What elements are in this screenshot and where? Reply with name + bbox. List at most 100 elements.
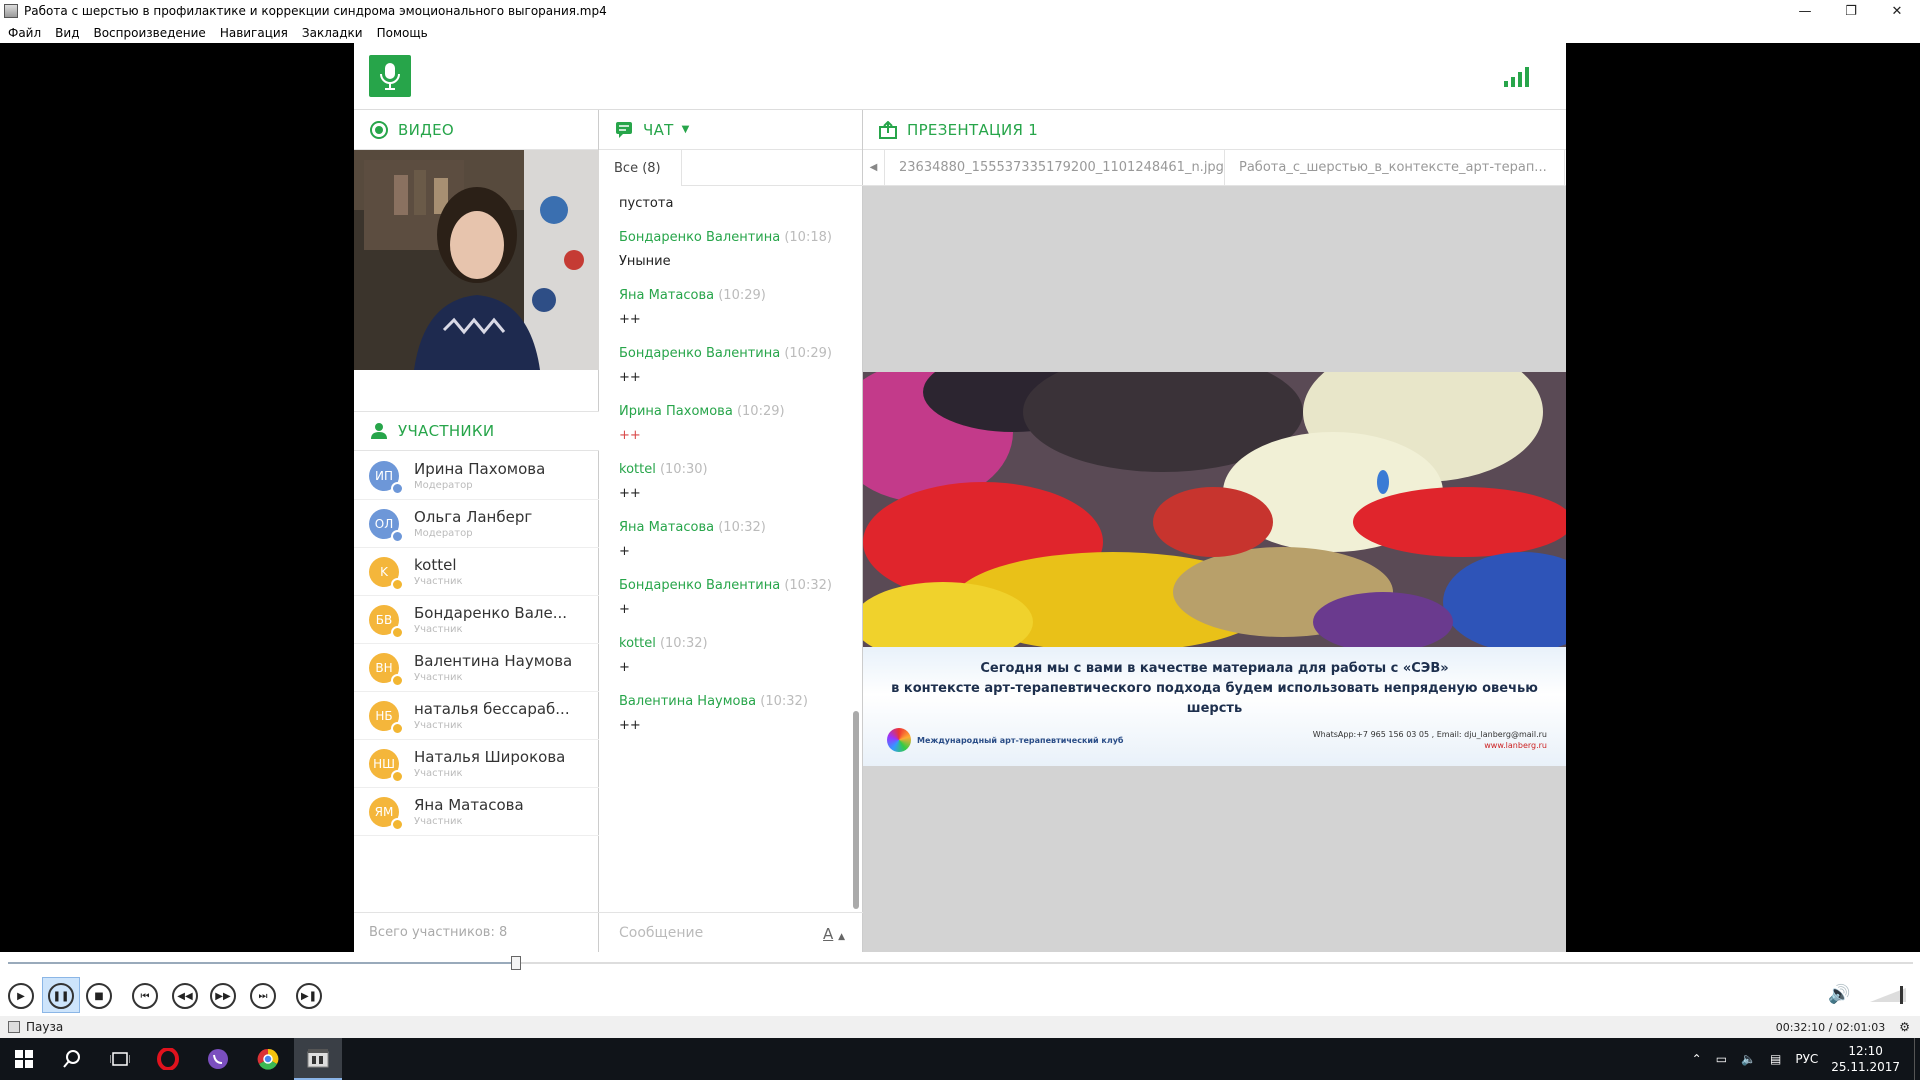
chat-messages: kottel (10:18) пустота Бондаренко Валентин… [599, 186, 849, 906]
chat-panel-header[interactable]: ЧАТ ▼ [599, 110, 862, 150]
volume-slider[interactable] [1870, 986, 1910, 1004]
chat-message-time: (10:32) [760, 694, 808, 709]
presentation-slide: Сегодня мы с вами в качестве материала д… [863, 372, 1566, 766]
seek-bar[interactable] [0, 952, 1920, 974]
menu-navigation[interactable]: Навигация [213, 26, 295, 40]
avatar: ЯМ [369, 796, 404, 831]
chat-scrollbar[interactable] [853, 711, 859, 909]
participant-row[interactable]: НБ наталья бессараб... Участник [354, 692, 599, 740]
show-desktop-button[interactable] [1914, 1038, 1920, 1080]
chat-message: Бондаренко Валентина (10:29) ++ [619, 346, 832, 385]
participant-row[interactable]: Kkottel Участник [354, 548, 599, 596]
chrome-icon[interactable] [244, 1038, 292, 1080]
chat-filter-all-tab[interactable]: Все (8) [599, 150, 682, 186]
chat-message-text: пустота [619, 196, 674, 211]
chat-message-text: ++ [619, 486, 641, 501]
avatar-initials: НБ [375, 708, 393, 723]
viber-icon[interactable] [194, 1038, 242, 1080]
tabs-scroll-left-icon[interactable]: ◀ [863, 150, 885, 185]
video-panel-header: ВИДЕО [354, 110, 598, 150]
participant-info: Ольга Ланберг Модератор [414, 508, 574, 539]
chat-message-author-line: Бондаренко Валентина (10:32) [619, 578, 832, 593]
menu-bookmarks[interactable]: Закладки [295, 26, 370, 40]
webinar-frame: ВИДЕО УЧАСТНИКИ ИП Ирина Пахомова Модерато… [354, 43, 1566, 952]
clock-date: 25.11.2017 [1831, 1060, 1900, 1074]
chat-message-time: (10:32) [784, 578, 832, 593]
presentation-panel-header: ПРЕЗЕНТАЦИЯ 1 [863, 110, 1566, 150]
participant-row[interactable]: БВ Бондаренко Вале... Участник [354, 596, 599, 644]
system-tray: ⌃ ▭ 🔈 ▤ РУС 12:10 25.11.2017 [1685, 1038, 1920, 1080]
play-button[interactable]: ▶ [8, 983, 34, 1009]
minimize-button[interactable]: — [1782, 0, 1828, 22]
volume-icon[interactable]: 🔊 [1828, 984, 1850, 1005]
font-format-icon[interactable]: A ▲ [823, 925, 845, 943]
participant-info: Наталья Широкова Участник [414, 748, 574, 779]
menu-help[interactable]: Помощь [370, 26, 435, 40]
restore-button[interactable]: ❐ [1828, 0, 1874, 22]
previous-button[interactable]: ⏮ [132, 983, 158, 1009]
chat-message: kottel (10:30) ++ [619, 462, 708, 501]
participants-panel-header: УЧАСТНИКИ [354, 411, 599, 451]
presenter-video[interactable] [354, 150, 599, 370]
chat-message: Яна Матасова (10:32) + [619, 520, 766, 559]
opera-icon[interactable] [144, 1038, 192, 1080]
avatar-initials: БВ [375, 612, 393, 627]
presentation-tab-image[interactable]: 23634880_155537335179200_1101248461_n.jp… [885, 150, 1225, 185]
window-titlebar: Работа с шерстью в профилактике и коррек… [0, 0, 1920, 22]
participant-info: Валентина Наумова Участник [414, 652, 574, 683]
forward-button[interactable]: ▶▶ [210, 983, 236, 1009]
chat-message: kottel (10:18) пустота [619, 186, 708, 211]
presentation-tabs: ◀ 23634880_155537335179200_1101248461_n.… [863, 150, 1566, 186]
chat-message-author: Бондаренко Валентина [619, 346, 781, 361]
seek-handle[interactable] [511, 956, 521, 970]
participant-row[interactable]: ИП Ирина Пахомова Модератор [354, 452, 599, 500]
status-icon [8, 1021, 20, 1033]
chat-message-author-line: Валентина Наумова (10:32) [619, 694, 808, 709]
participant-row[interactable]: ЯМ Яна Матасова Участник [354, 788, 599, 836]
close-button[interactable]: ✕ [1874, 0, 1920, 22]
participant-info: наталья бессараб... Участник [414, 700, 574, 731]
chat-message-input[interactable]: Сообщение A ▲ [599, 912, 863, 952]
frame-step-button[interactable]: ▶❚ [296, 983, 322, 1009]
speaker-icon[interactable]: 🔈 [1741, 1052, 1756, 1066]
participant-row[interactable]: ОЛ Ольга Ланберг Модератор [354, 500, 599, 548]
chat-message-author: Бондаренко Валентина [619, 230, 781, 245]
slide-footer: Международный арт-терапевтический клуб W… [887, 725, 1547, 755]
chat-bubble-icon [616, 121, 632, 138]
chat-message-author: Яна Матасова [619, 520, 715, 535]
menu-playback[interactable]: Воспроизведение [86, 26, 212, 40]
search-icon[interactable] [48, 1038, 96, 1080]
user-badge-icon [391, 673, 404, 687]
tray-chevron-up-icon[interactable]: ⌃ [1692, 1052, 1702, 1066]
next-button[interactable]: ⏭ [250, 983, 276, 1009]
user-badge-icon [391, 481, 404, 495]
participant-row[interactable]: НШ Наталья Широкова Участник [354, 740, 599, 788]
slide-caption-line1: Сегодня мы с вами в качестве материала д… [980, 661, 1449, 676]
chat-message-text: + [619, 660, 630, 675]
avatar: НБ [369, 700, 404, 735]
chevron-down-icon[interactable]: ▼ [682, 124, 690, 135]
participant-name: kottel [414, 556, 457, 574]
clock[interactable]: 12:10 25.11.2017 [1831, 1043, 1900, 1075]
settings-icon[interactable]: ⚙ [1899, 1020, 1910, 1034]
wool-photo [863, 372, 1566, 647]
network-icon[interactable]: ▭ [1716, 1052, 1727, 1066]
presentation-tab-document[interactable]: Работа_с_шерстью_в_контексте_арт-терап..… [1225, 150, 1565, 185]
task-view-icon[interactable] [96, 1038, 144, 1080]
participant-info: Бондаренко Вале... Участник [414, 604, 574, 635]
chat-message-text: + [619, 544, 630, 559]
participant-role: Участник [414, 624, 463, 635]
chat-message-text: ++ [619, 718, 641, 733]
media-player-taskbar-icon[interactable] [294, 1038, 342, 1080]
menu-view[interactable]: Вид [48, 26, 86, 40]
language-indicator[interactable]: РУС [1795, 1052, 1818, 1066]
pause-button[interactable]: ❚❚ [48, 983, 74, 1009]
participant-row[interactable]: ВН Валентина Наумова Участник [354, 644, 599, 692]
notification-icon[interactable]: ▤ [1770, 1052, 1781, 1066]
user-badge-icon [391, 577, 404, 591]
chat-message-time: (10:32) [718, 520, 766, 535]
menu-file[interactable]: Файл [0, 26, 48, 40]
stop-button[interactable]: ■ [86, 983, 112, 1009]
windows-start-icon[interactable] [0, 1038, 48, 1080]
rewind-button[interactable]: ◀◀ [172, 983, 198, 1009]
